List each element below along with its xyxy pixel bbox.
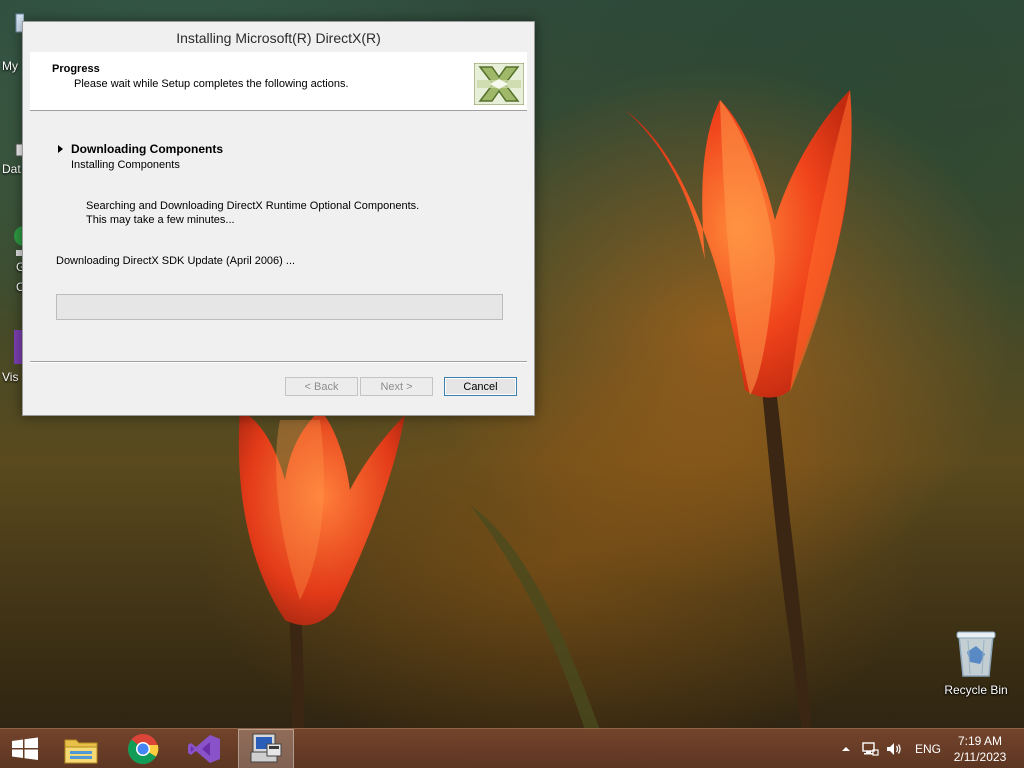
directx-setup-dialog: Installing Microsoft(R) DirectX(R) Progr… [22,21,535,416]
taskbar-chrome[interactable] [118,729,168,768]
network-icon[interactable] [861,741,879,757]
detail-text-line2: This may take a few minutes... [86,214,235,226]
progress-bar [56,294,503,320]
database-icon [15,143,25,157]
windows-start-icon [12,737,38,760]
step-subtitle: Installing Components [71,159,180,171]
clock-date[interactable]: 2/11/2023 [944,750,1016,764]
dialog-titlebar[interactable]: Installing Microsoft(R) DirectX(R) [23,22,534,52]
current-step-arrow-icon [58,145,63,153]
next-button[interactable]: Next > [360,377,433,396]
desktop-icon-data[interactable]: Dat [0,140,25,176]
tulip-right [625,90,852,398]
taskbar: ENG 7:19 AM 2/11/2023 [0,728,1024,768]
download-status-text: Downloading DirectX SDK Update (April 20… [56,255,296,267]
chevron-up-icon[interactable] [840,744,852,754]
visual-studio-icon [188,735,220,763]
detail-text-line1: Searching and Downloading DirectX Runtim… [86,200,420,212]
taskbar-directx-setup[interactable] [238,729,294,768]
chrome-icon [14,226,34,256]
button-divider [30,361,527,363]
desktop-icon-my-computer[interactable]: My [0,8,25,73]
chrome-icon [128,734,159,765]
desktop: My Dat G C Vis Recycle Bin Installing Mi… [0,0,1024,768]
file-explorer-icon [64,739,98,764]
recycle-bin-icon [956,631,996,677]
taskbar-file-explorer[interactable] [56,729,106,768]
recycle-bin[interactable]: Recycle Bin [940,630,1012,700]
taskbar-visual-studio[interactable] [180,729,230,768]
start-button[interactable] [0,729,50,768]
header-title: Progress [52,63,100,75]
dialog-client-area: Progress Please wait while Setup complet… [30,52,527,408]
clock-time[interactable]: 7:19 AM [944,734,1016,748]
visual-studio-icon [14,330,24,364]
desktop-icon-google-chrome[interactable]: G C [0,222,34,294]
cancel-button[interactable]: Cancel [444,377,517,396]
dialog-title: Installing Microsoft(R) DirectX(R) [176,30,381,46]
header-panel: Progress Please wait while Setup complet… [30,52,527,111]
recycle-bin-label: Recycle Bin [944,683,1008,697]
computer-icon [15,13,25,33]
desktop-icon-visual-studio[interactable]: Vis [0,326,24,384]
tulip-left [238,410,405,626]
setup-program-icon [250,733,282,763]
volume-icon[interactable] [885,741,903,757]
input-language-indicator[interactable]: ENG [915,742,941,756]
back-button[interactable]: < Back [285,377,358,396]
step-title: Downloading Components [71,142,223,156]
directx-logo-icon [474,63,524,105]
header-subtitle: Please wait while Setup completes the fo… [74,78,349,90]
